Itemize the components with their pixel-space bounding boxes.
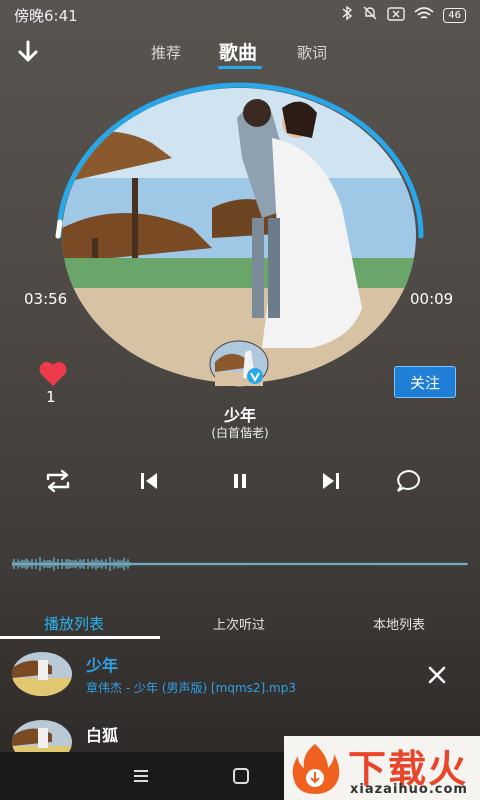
tab-lyrics[interactable]: 歌词 — [297, 42, 327, 63]
tab-local[interactable]: 本地列表 — [373, 614, 425, 633]
list-tab-underline — [0, 636, 160, 639]
avatar[interactable] — [209, 340, 269, 388]
list-item[interactable]: 少年 章伟杰 - 少年 (男声版) [mqms2].mp3 — [0, 644, 480, 706]
song-title: 少年 — [223, 406, 256, 425]
previous-icon[interactable] — [134, 466, 164, 496]
menu-icon[interactable] — [132, 768, 150, 788]
repeat-icon[interactable] — [43, 466, 73, 496]
battery-icon: 46 — [443, 7, 466, 23]
song-thumbnail — [12, 720, 72, 752]
home-icon[interactable] — [232, 767, 250, 789]
no-sim-icon — [387, 6, 405, 25]
album-art — [62, 88, 416, 383]
elapsed-time: 03:56 — [24, 290, 68, 308]
status-time: 傍晚6:41 — [14, 7, 78, 25]
next-icon[interactable] — [316, 466, 346, 496]
heart-icon[interactable] — [38, 360, 68, 388]
song-thumbnail — [12, 652, 72, 696]
tab-playlist[interactable]: 播放列表 — [44, 613, 104, 634]
mute-bell-icon — [362, 5, 378, 25]
waveform[interactable] — [12, 552, 468, 576]
fire-logo-icon — [292, 744, 340, 794]
tab-song[interactable]: 歌曲 — [219, 38, 257, 65]
tab-recommend[interactable]: 推荐 — [151, 42, 181, 63]
watermark-url: xiazaihuo.com — [350, 782, 468, 797]
song-artist: (白首偕老) — [211, 426, 269, 440]
close-icon[interactable] — [426, 664, 448, 686]
row-title: 少年 — [86, 656, 119, 675]
collapse-down-icon[interactable] — [14, 38, 42, 66]
bluetooth-icon — [341, 5, 353, 25]
tab-underline — [218, 66, 262, 69]
watermark-logo: 下载火 xiazaihuo.com — [284, 736, 480, 800]
tab-recent[interactable]: 上次听过 — [213, 614, 265, 633]
row-title: 白狐 — [86, 726, 119, 745]
follow-button[interactable]: 关注 — [394, 366, 456, 398]
comment-icon[interactable] — [394, 466, 424, 496]
status-bar: 傍晚6:41 46 — [0, 0, 480, 30]
status-icons: 46 — [341, 5, 466, 25]
pause-icon[interactable] — [225, 466, 255, 496]
remaining-time: 00:09 — [410, 290, 454, 308]
wifi-icon — [414, 6, 434, 25]
row-subtitle: 章伟杰 - 少年 (男声版) [mqms2].mp3 — [86, 681, 296, 695]
